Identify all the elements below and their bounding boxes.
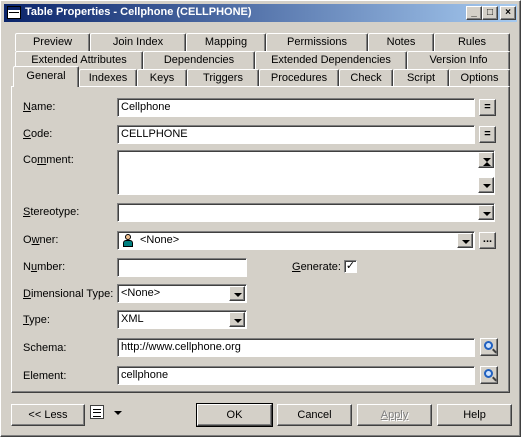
generate-label: Generate: — [292, 261, 341, 273]
close-button[interactable]: × — [500, 6, 516, 20]
schema-lookup-button[interactable] — [480, 338, 498, 356]
stereotype-dropdown-arrow-icon[interactable] — [478, 205, 494, 220]
type-dropdown-arrow-icon[interactable] — [229, 312, 245, 327]
owner-dropdown[interactable]: <None> — [117, 231, 475, 250]
dimensional-type-label: Dimensional Type: — [23, 288, 114, 300]
tab-extended-dependencies[interactable]: Extended Dependencies — [255, 51, 407, 69]
element-lookup-button[interactable] — [480, 366, 498, 384]
code-field[interactable]: CELLPHONE — [117, 125, 475, 144]
comment-textarea[interactable] — [117, 150, 495, 195]
code-label: Code: — [23, 128, 53, 140]
help-button[interactable]: Help — [437, 404, 512, 426]
table-properties-dialog: Table Properties - Cellphone (CELLPHONE)… — [0, 0, 521, 437]
tab-version-info[interactable]: Version Info — [407, 51, 510, 69]
maximize-button[interactable]: □ — [482, 6, 498, 20]
tab-rules[interactable]: Rules — [434, 33, 510, 51]
type-label: Type: — [23, 314, 50, 326]
apply-button[interactable]: Apply — [357, 404, 432, 426]
owner-browse-button[interactable]: ... — [479, 232, 496, 249]
tab-mapping[interactable]: Mapping — [186, 33, 266, 51]
element-field[interactable]: cellphone — [117, 366, 475, 385]
element-label: Element: — [23, 370, 67, 382]
less-button[interactable]: << Less — [11, 404, 85, 426]
tab-keys[interactable]: Keys — [137, 69, 187, 87]
tab-preview[interactable]: Preview — [15, 33, 90, 51]
name-label: Name: — [23, 101, 56, 113]
title-bar[interactable]: Table Properties - Cellphone (CELLPHONE)… — [4, 4, 517, 22]
type-dropdown[interactable]: XML — [117, 310, 247, 329]
code-to-name-button[interactable]: = — [479, 126, 496, 143]
tab-notes[interactable]: Notes — [368, 33, 434, 51]
window-title: Table Properties - Cellphone (CELLPHONE) — [25, 6, 252, 18]
number-label: Number: — [23, 261, 66, 273]
tab-triggers[interactable]: Triggers — [187, 69, 259, 87]
tab-join-index[interactable]: Join Index — [90, 33, 186, 51]
tab-indexes[interactable]: Indexes — [79, 69, 137, 87]
magnifier-icon — [484, 369, 493, 378]
owner-label: Owner: — [23, 234, 59, 246]
stereotype-dropdown[interactable] — [117, 203, 495, 222]
dimensional-type-arrow-icon[interactable] — [229, 286, 245, 301]
cancel-button[interactable]: Cancel — [277, 404, 352, 426]
tab-procedures[interactable]: Procedures — [259, 69, 339, 87]
ok-button[interactable]: OK — [196, 403, 273, 427]
comment-scroll-up-icon[interactable] — [478, 152, 494, 168]
tab-script[interactable]: Script — [393, 69, 449, 87]
comment-label: Comment: — [23, 154, 74, 166]
stereotype-label: Stereotype: — [23, 206, 80, 218]
tab-options[interactable]: Options — [449, 69, 510, 87]
user-icon — [122, 234, 134, 247]
magnifier-icon — [484, 341, 493, 350]
generate-checkbox[interactable]: ✓ — [344, 260, 357, 273]
menu-dropdown-caret-icon[interactable] — [114, 411, 122, 415]
comment-scroll-down-icon[interactable] — [478, 177, 494, 193]
name-to-code-button[interactable]: = — [479, 99, 496, 116]
tab-check[interactable]: Check — [339, 69, 393, 87]
table-icon — [7, 6, 21, 19]
schema-field[interactable]: http://www.cellphone.org — [117, 338, 475, 357]
number-field[interactable] — [117, 258, 247, 277]
minimize-button[interactable]: _ — [466, 6, 482, 20]
schema-label: Schema: — [23, 342, 67, 354]
properties-menu-icon[interactable] — [90, 405, 104, 419]
name-field[interactable]: Cellphone — [117, 98, 475, 117]
tab-permissions[interactable]: Permissions — [266, 33, 368, 51]
dimensional-type-dropdown[interactable]: <None> — [117, 284, 247, 303]
owner-value: <None> — [140, 234, 180, 246]
owner-dropdown-arrow-icon[interactable] — [457, 233, 473, 248]
tab-general[interactable]: General — [13, 66, 79, 87]
tab-dependencies[interactable]: Dependencies — [143, 51, 255, 69]
